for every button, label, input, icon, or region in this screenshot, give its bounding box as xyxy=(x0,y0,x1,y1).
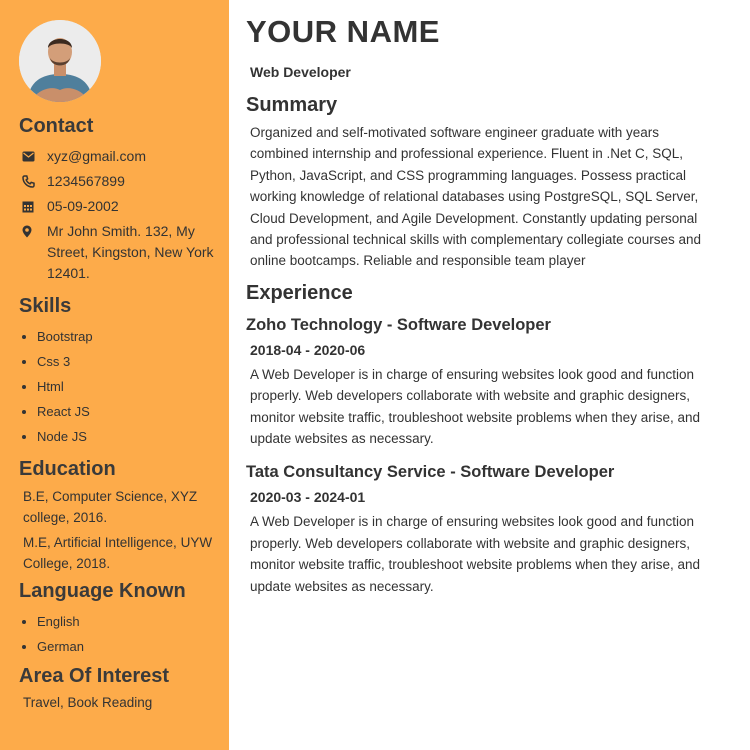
main-content: YOUR NAME Web Developer Summary Organize… xyxy=(229,0,750,750)
contact-list: xyz@gmail.com 1234567899 05-09-2002 Mr J… xyxy=(19,146,229,284)
job-description: A Web Developer is in charge of ensuring… xyxy=(250,366,700,447)
education-item: B.E, Computer Science, XYZ college, 2016… xyxy=(23,489,198,525)
person-name: YOUR NAME xyxy=(246,14,440,49)
map-pin-icon xyxy=(22,221,36,241)
experience-heading: Experience xyxy=(246,281,353,304)
interest-heading: Area Of Interest xyxy=(19,665,170,687)
dob-text: 05-09-2002 xyxy=(47,198,119,214)
experience-item: Zoho Technology - Software Developer 201… xyxy=(246,314,710,450)
summary-heading: Summary xyxy=(246,94,338,116)
education-item: M.E, Artificial Intelligence, UYW Colleg… xyxy=(23,535,213,571)
education-heading: Education xyxy=(19,458,116,480)
calendar-icon xyxy=(22,196,36,216)
skill-item: Html xyxy=(37,374,229,399)
job-dates: 2018-04 - 2020-06 xyxy=(250,341,366,358)
job-role: Web Developer xyxy=(250,64,351,80)
language-item: English xyxy=(37,609,229,634)
contact-address: Mr John Smith. 132, My Street, Kingston,… xyxy=(19,221,229,284)
experience-item: Tata Consultancy Service - Software Deve… xyxy=(246,461,710,597)
avatar xyxy=(19,20,101,102)
phone-icon xyxy=(22,171,36,191)
skill-item: Bootstrap xyxy=(37,324,229,349)
job-dates: 2020-03 - 2024-01 xyxy=(250,489,366,506)
contact-heading: Contact xyxy=(19,115,94,137)
skills-list: Bootstrap Css 3 Html React JS Node JS xyxy=(19,324,229,449)
email-text: xyz@gmail.com xyxy=(47,148,147,164)
address-text: Mr John Smith. 132, My Street, Kingston,… xyxy=(47,223,214,281)
contact-dob: 05-09-2002 xyxy=(19,196,229,216)
skills-heading: Skills xyxy=(19,295,72,317)
job-title: Tata Consultancy Service - Software Deve… xyxy=(246,463,615,482)
sidebar: Contact xyz@gmail.com 1234567899 05-09-2… xyxy=(0,0,229,750)
summary-text: Organized and self-motivated software en… xyxy=(250,125,701,269)
skill-item: Node JS xyxy=(37,424,229,449)
languages-list: English German xyxy=(19,609,229,659)
languages-heading: Language Known xyxy=(19,580,186,602)
phone-text: 1234567899 xyxy=(47,173,125,189)
interest-text: Travel, Book Reading xyxy=(23,695,153,710)
education-list: B.E, Computer Science, XYZ college, 2016… xyxy=(23,486,213,574)
job-description: A Web Developer is in charge of ensuring… xyxy=(250,514,700,594)
skill-item: Css 3 xyxy=(37,349,229,374)
contact-email: xyz@gmail.com xyxy=(19,146,229,166)
resume-page: Contact xyz@gmail.com 1234567899 05-09-2… xyxy=(0,0,750,750)
job-title: Zoho Technology - Software Developer xyxy=(246,315,551,334)
skill-item: React JS xyxy=(37,399,229,424)
language-item: German xyxy=(37,634,229,659)
contact-phone: 1234567899 xyxy=(19,171,229,191)
envelope-icon xyxy=(22,146,36,166)
